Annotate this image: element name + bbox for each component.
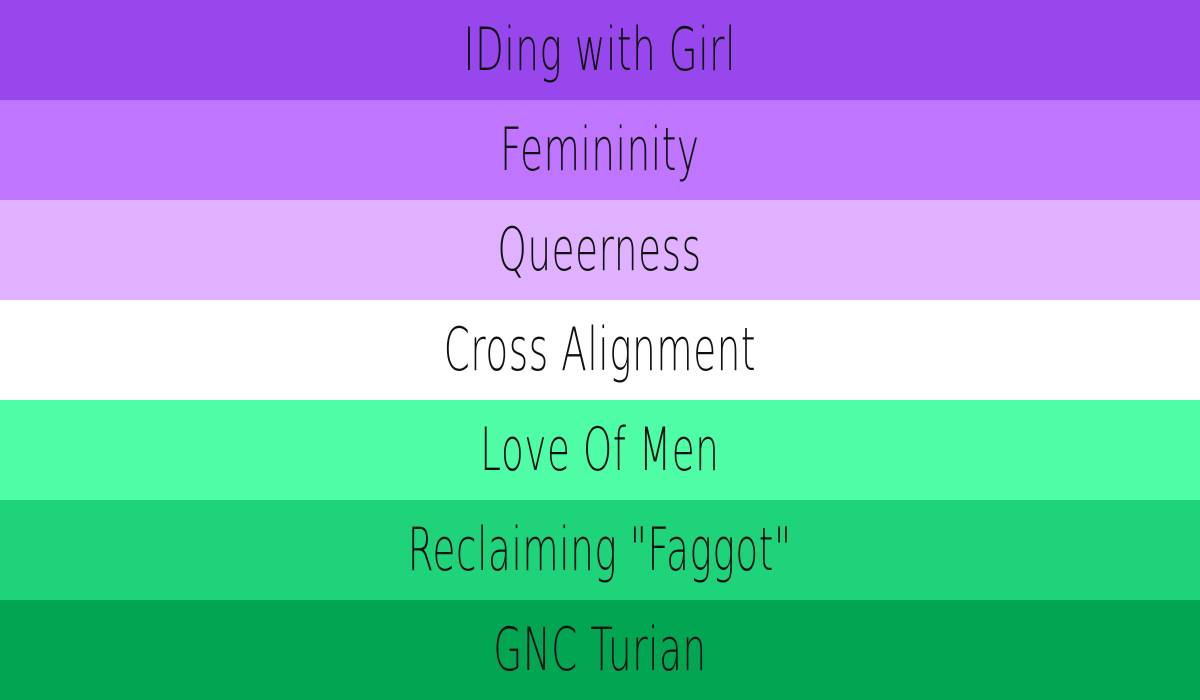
stripe-label: GNC Turian	[493, 615, 707, 685]
stripe-love-of-men: Love Of Men	[0, 400, 1200, 500]
stripe-label: Femininity	[500, 115, 700, 185]
flag: IDing with Girl Femininity Queerness Cro…	[0, 0, 1200, 700]
stripe-label: IDing with Girl	[463, 15, 737, 85]
stripe-label: Queerness	[497, 215, 703, 285]
stripe-label: Love Of Men	[480, 415, 720, 485]
stripe-queerness: Queerness	[0, 200, 1200, 300]
stripe-gnc-turian: GNC Turian	[0, 600, 1200, 700]
stripe-femininity: Femininity	[0, 100, 1200, 200]
stripe-iding-with-girl: IDing with Girl	[0, 0, 1200, 100]
stripe-cross-alignment: Cross Alignment	[0, 300, 1200, 400]
stripe-reclaiming-faggot: Reclaiming "Faggot"	[0, 500, 1200, 600]
stripe-label: Cross Alignment	[443, 315, 757, 385]
stripe-label: Reclaiming "Faggot"	[407, 515, 793, 585]
